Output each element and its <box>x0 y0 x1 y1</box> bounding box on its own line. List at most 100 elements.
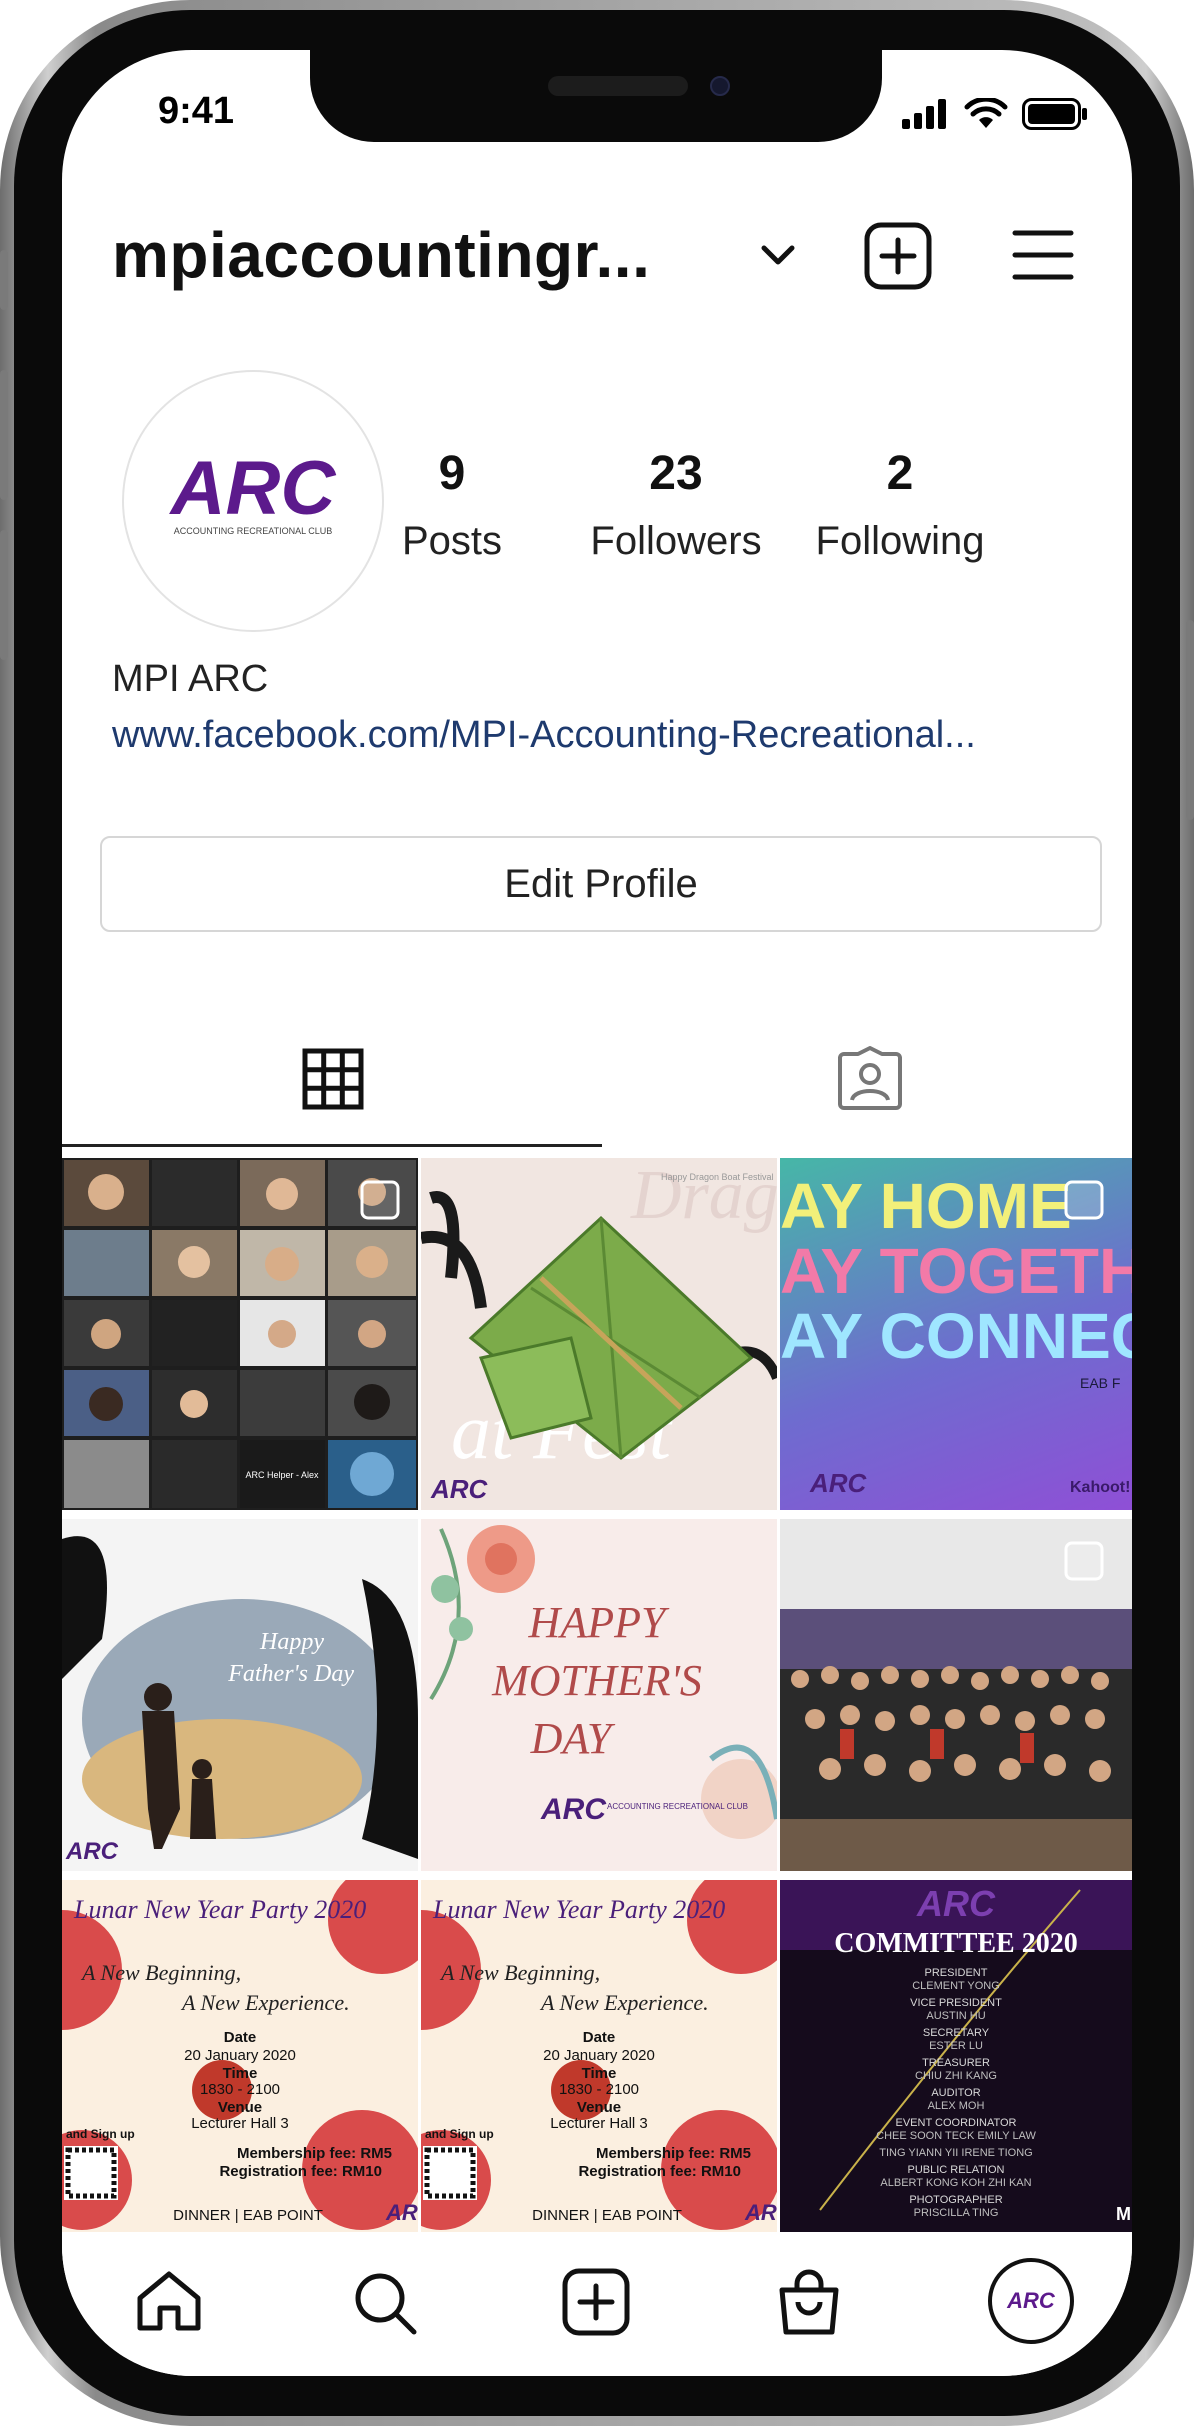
svg-text:ARC: ARC <box>916 1883 996 1924</box>
committee-role: EVENT COORDINATOR <box>895 2117 1016 2129</box>
profile-website-link[interactable]: www.facebook.com/MPI-Accounting-Recreati… <box>112 714 976 757</box>
committee-member: ESTER LU <box>929 2040 983 2052</box>
svg-text:Venue: Venue <box>218 2099 262 2116</box>
svg-text:1830 - 2100: 1830 - 2100 <box>200 2081 280 2098</box>
svg-text:ARC: ARC <box>809 1468 868 1498</box>
svg-text:Time: Time <box>223 2065 258 2082</box>
group-photo-image <box>780 1519 1132 1871</box>
post-thumbnail[interactable]: ARC COMMITTEE 2020 PRESIDENT CLEMENT YONG… <box>780 1880 1132 2232</box>
svg-text:ARC: ARC <box>430 1474 489 1504</box>
svg-text:Lunar New Year Party 2020: Lunar New Year Party 2020 <box>73 1895 366 1924</box>
new-post-icon[interactable] <box>864 222 932 290</box>
mute-switch <box>0 250 8 310</box>
committee-member: CHIU ZHI KANG <box>915 2070 997 2082</box>
svg-text:and Sign up: and Sign up <box>425 2127 494 2141</box>
svg-text:AR: AR <box>744 2200 777 2225</box>
svg-text:20 January 2020: 20 January 2020 <box>543 2047 655 2064</box>
wifi-icon <box>964 98 1008 128</box>
committee-role: SECRETARY <box>923 2027 990 2039</box>
svg-text:MOTHER'S: MOTHER'S <box>491 1656 702 1705</box>
post-thumbnail[interactable]: AY HOME AY TOGETH AY CONNEC EAB F Kahoot… <box>780 1158 1132 1510</box>
svg-text:DINNER | EAB POINT: DINNER | EAB POINT <box>532 2207 682 2224</box>
following-count: 2 <box>886 447 914 500</box>
following-stat[interactable]: 2 Following <box>780 446 1020 564</box>
video-call-collage-image: ARC Helper - Alex <box>64 1160 416 1508</box>
svg-text:DAY: DAY <box>530 1714 616 1763</box>
profile-display-name: MPI ARC <box>112 658 269 700</box>
svg-text:ARC: ARC <box>169 446 337 531</box>
svg-text:AY HOME: AY HOME <box>780 1170 1072 1242</box>
svg-text:20 January 2020: 20 January 2020 <box>184 2047 296 2064</box>
battery-icon <box>1022 98 1087 130</box>
followers-stat[interactable]: 23 Followers <box>556 446 796 564</box>
committee-image: ARC COMMITTEE 2020 PRESIDENTCLEMENT YONG… <box>780 1880 1132 2224</box>
svg-text:Date: Date <box>224 2029 257 2046</box>
svg-text:ACCOUNTING RECREATIONAL CLUB: ACCOUNTING RECREATIONAL CLUB <box>174 526 333 536</box>
svg-text:A New Experience.: A New Experience. <box>180 1990 350 2015</box>
create-post-icon[interactable] <box>562 2268 630 2336</box>
post-thumbnail[interactable]: ARC Helper - Alex <box>62 1158 418 1510</box>
svg-text:Membership fee: RM5: Membership fee: RM5 <box>596 2145 751 2162</box>
post-thumbnail[interactable]: Lunar New Year Party 2020 A New Beginnin… <box>421 1880 777 2232</box>
front-camera <box>710 76 730 96</box>
search-icon[interactable] <box>350 2268 420 2338</box>
posts-count: 9 <box>438 447 466 500</box>
post-thumbnail[interactable] <box>780 1519 1132 1871</box>
svg-text:ACCOUNTING RECREATIONAL CLUB: ACCOUNTING RECREATIONAL CLUB <box>607 1802 748 1811</box>
followers-label: Followers <box>590 519 762 563</box>
speaker <box>548 76 688 96</box>
tagged-icon[interactable] <box>836 1046 904 1112</box>
bottom-navigation: ARC <box>62 2232 1132 2376</box>
committee-role: PHOTOGRAPHER <box>909 2194 1002 2206</box>
svg-text:AR: AR <box>385 2200 418 2225</box>
followers-count: 23 <box>649 447 703 500</box>
post-thumbnail[interactable]: Happy Father's Day ARC <box>62 1519 418 1871</box>
svg-text:A New Experience.: A New Experience. <box>539 1990 709 2015</box>
grid-icon[interactable] <box>302 1048 364 1110</box>
lunar-new-year-image: Lunar New Year Party 2020 A New Beginnin… <box>62 1880 418 2230</box>
committee-member: CHEE SOON TECK EMILY LAW <box>876 2130 1036 2142</box>
dragon-boat-image: Dragon at Fest Happy Dragon Boat Festiva… <box>421 1158 777 1504</box>
committee-member: CLEMENT YONG <box>912 1980 1000 1992</box>
post-thumbnail[interactable]: Lunar New Year Party 2020 A New Beginnin… <box>62 1880 418 2232</box>
svg-text:and Sign up: and Sign up <box>66 2127 135 2141</box>
committee-member: ALEX MOH <box>928 2100 985 2112</box>
edit-profile-button[interactable]: Edit Profile <box>100 836 1102 932</box>
active-tab-indicator <box>62 1144 602 1147</box>
committee-role: TREASURER <box>922 2057 990 2069</box>
shop-icon[interactable] <box>776 2268 842 2338</box>
committee-role: AUDITOR <box>931 2087 980 2099</box>
svg-text:Father's Day: Father's Day <box>227 1661 354 1687</box>
posts-label: Posts <box>401 519 503 563</box>
committee-role: PUBLIC RELATION <box>908 2164 1005 2176</box>
lunar-new-year-image: Lunar New Year Party 2020 A New Beginnin… <box>421 1880 777 2230</box>
menu-icon[interactable] <box>1012 228 1074 282</box>
screen: 9:41 mpiaccountingr... ARC ACCOUNTING RE… <box>62 50 1132 2376</box>
fathers-day-image: Happy Father's Day ARC <box>62 1536 418 1865</box>
posts-grid: ARC Helper - Alex Dragon at Fest Happy D… <box>62 1158 1132 2234</box>
svg-text:DINNER | EAB POINT: DINNER | EAB POINT <box>173 2207 323 2224</box>
svg-text:HAPPY: HAPPY <box>528 1598 670 1647</box>
svg-text:Lecturer Hall 3: Lecturer Hall 3 <box>191 2115 289 2132</box>
home-icon[interactable] <box>134 2268 204 2334</box>
post-thumbnail[interactable]: Dragon at Fest Happy Dragon Boat Festiva… <box>421 1158 777 1510</box>
svg-text:Happy Dragon Boat Festival: Happy Dragon Boat Festival <box>661 1172 774 1182</box>
post-thumbnail[interactable]: HAPPY MOTHER'S DAY ARC ACCOUNTING RECREA… <box>421 1519 777 1871</box>
power-button <box>1186 620 1194 820</box>
signal-icon <box>902 99 946 129</box>
svg-text:Dragon: Dragon <box>630 1158 777 1234</box>
chevron-down-icon[interactable] <box>758 240 798 268</box>
following-label: Following <box>815 519 985 563</box>
svg-text:EAB F: EAB F <box>1080 1375 1120 1391</box>
svg-text:Lunar New Year Party 2020: Lunar New Year Party 2020 <box>432 1895 725 1924</box>
svg-text:Venue: Venue <box>577 2099 621 2116</box>
volume-up-button <box>0 370 8 500</box>
posts-stat[interactable]: 9 Posts <box>332 446 572 564</box>
svg-text:1830 - 2100: 1830 - 2100 <box>559 2081 639 2098</box>
committee-member: ALBERT KONG KOH ZHI KAN <box>880 2177 1031 2189</box>
profile-tab-avatar[interactable]: ARC <box>988 2258 1074 2344</box>
svg-text:M: M <box>1116 2204 1131 2224</box>
status-time: 9:41 <box>158 90 235 132</box>
profile-username[interactable]: mpiaccountingr... <box>112 218 650 292</box>
svg-text:Membership fee: RM5: Membership fee: RM5 <box>237 2145 392 2162</box>
